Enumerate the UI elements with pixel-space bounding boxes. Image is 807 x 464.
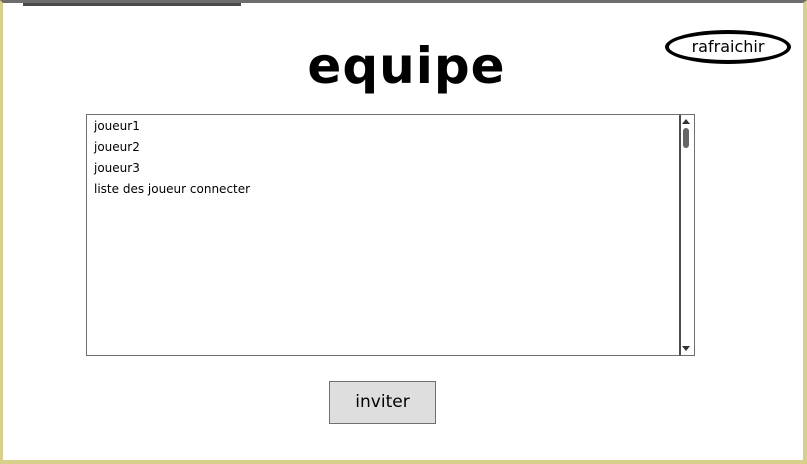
refresh-button[interactable]: rafraichir [665, 30, 791, 64]
scroll-up-arrow-icon[interactable] [682, 119, 690, 124]
list-item[interactable]: joueur1 [94, 118, 250, 139]
list-item[interactable]: liste des joueur connecter [94, 181, 250, 202]
list-item[interactable]: joueur2 [94, 139, 250, 160]
window-top-tab [23, 3, 241, 6]
scroll-down-arrow-icon[interactable] [682, 346, 690, 351]
invite-button[interactable]: inviter [329, 381, 436, 424]
window-frame: equipe rafraichir joueur1 joueur2 joueur… [0, 0, 807, 464]
list-item[interactable]: joueur3 [94, 160, 250, 181]
players-listbox[interactable]: joueur1 joueur2 joueur3 liste des joueur… [86, 114, 695, 356]
vertical-scrollbar[interactable] [679, 115, 694, 355]
players-list: joueur1 joueur2 joueur3 liste des joueur… [94, 118, 250, 202]
scroll-thumb[interactable] [683, 128, 689, 148]
